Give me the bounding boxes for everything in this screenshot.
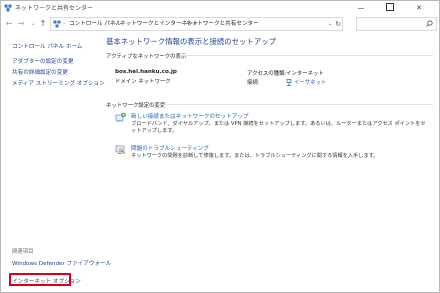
related-heading: 関連項目 — [12, 249, 34, 255]
maximize-button[interactable] — [379, 1, 401, 15]
page-title: 基本ネットワーク情報の表示と接続のセットアップ — [106, 37, 276, 46]
setup-new-connection-link[interactable]: 新しい接続またはネットワークのセットアップ — [131, 112, 248, 120]
address-bar[interactable]: › コントロール パネル › ネットワークとインターネット › ネットワークと共… — [50, 17, 343, 31]
sidebar-link-adapter-settings[interactable]: アダプターの設定の変更 — [12, 57, 74, 65]
divider — [161, 104, 433, 105]
access-type-value: インターネット — [286, 71, 324, 77]
back-button[interactable]: ← — [4, 18, 14, 29]
breadcrumb-separator[interactable]: › — [180, 19, 182, 29]
troubleshoot-icon — [115, 145, 126, 155]
change-settings-label: ネットワーク設定の変更 — [106, 103, 166, 109]
sidebar-link-internet-options[interactable]: インターネット オプション — [12, 277, 81, 285]
sidebar-link-advanced-sharing[interactable]: 共有の詳細設定の変更 — [12, 68, 68, 76]
forward-button[interactable]: → — [16, 18, 26, 29]
breadcrumb-separator[interactable]: › — [114, 19, 116, 29]
network-category: ドメイン ネットワーク — [115, 79, 171, 85]
network-center-icon — [4, 4, 12, 12]
sidebar: コントロール パネル ホーム アダプターの設定の変更 共有の詳細設定の変更 メデ… — [1, 33, 111, 292]
connection-link[interactable]: イーサネット — [286, 78, 326, 86]
navigation-bar: ← → ⌄ ↑ › コントロール パネル › ネットワークとインターネット › … — [1, 15, 439, 33]
connection-value[interactable]: イーサネット — [294, 80, 326, 86]
active-networks-label: アクティブなネットワークの表示 — [106, 54, 187, 60]
search-icon — [426, 20, 433, 27]
setup-new-connection-desc-cont: ットアップします。 — [131, 128, 178, 134]
divider — [179, 55, 433, 56]
address-dropdown-icon[interactable]: ⌄ — [328, 18, 332, 30]
breadcrumb-network-sharing-center[interactable]: ネットワークと共有センター — [186, 19, 259, 29]
sidebar-link-firewall[interactable]: Windows Defender ファイアウォール — [12, 259, 111, 267]
sidebar-link-media-streaming[interactable]: メディア ストリーミング オプション — [12, 79, 105, 87]
troubleshoot-link[interactable]: 問題のトラブルシューティング — [131, 144, 209, 152]
window-title: ネットワークと共有センター — [15, 5, 94, 12]
close-button[interactable]: ✕ — [408, 1, 430, 15]
title-bar: ネットワークと共有センター — ✕ — [1, 1, 439, 15]
maximize-icon — [386, 3, 394, 11]
refresh-icon[interactable]: ↻ — [335, 18, 341, 30]
network-name: bos.hel.hanku.co.jp — [115, 69, 177, 75]
breadcrumb-separator[interactable]: › — [63, 19, 65, 29]
access-type-label: アクセスの種類: — [247, 71, 287, 77]
troubleshoot-desc: ネットワークの問題を診断して修復します。または、トラブルシューティングに関する情… — [131, 153, 379, 159]
recent-locations-button[interactable]: ⌄ — [28, 18, 38, 29]
ethernet-icon — [286, 79, 292, 86]
search-box[interactable] — [356, 17, 437, 31]
minimize-button[interactable]: — — [350, 1, 372, 15]
main-content: 基本ネットワーク情報の表示と接続のセットアップ アクティブなネットワークの表示 … — [99, 33, 439, 292]
setup-new-connection-desc: ブロードバンド、ダイヤルアップ、または VPN 接続をセットアップします。あるい… — [131, 121, 426, 127]
new-connection-icon — [115, 112, 126, 122]
window: ネットワークと共有センター — ✕ ← → ⌄ ↑ › コントロール パネル ›… — [0, 0, 440, 293]
up-button[interactable]: ↑ — [38, 18, 48, 29]
sidebar-home-link[interactable]: コントロール パネル ホーム — [12, 42, 83, 50]
network-center-icon — [53, 20, 61, 28]
connection-label: 接続: — [247, 80, 260, 86]
